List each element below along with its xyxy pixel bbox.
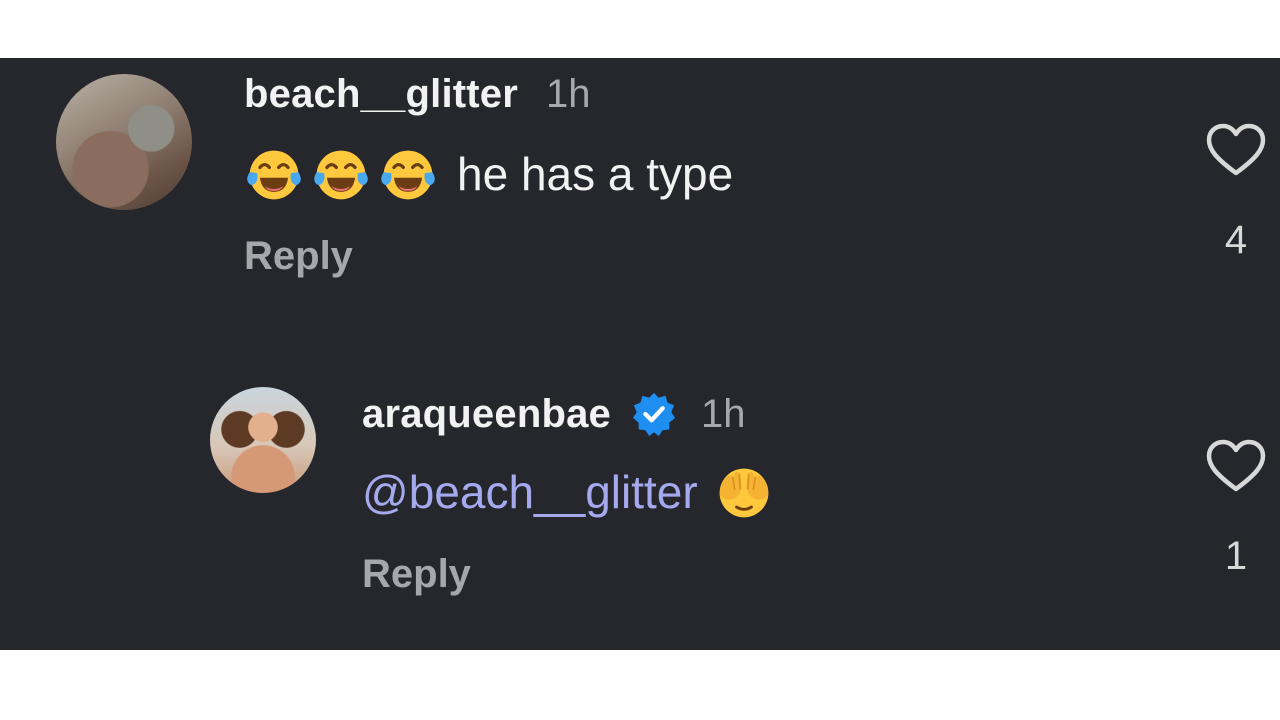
- like-control: 1: [1204, 438, 1268, 579]
- like-count: 1: [1224, 534, 1248, 578]
- username[interactable]: beach__glitter: [244, 72, 518, 117]
- avatar[interactable]: [210, 387, 316, 493]
- timestamp: 1h: [546, 71, 591, 116]
- comment-text: he has a type: [457, 148, 734, 200]
- reply-button[interactable]: Reply: [244, 234, 353, 279]
- avatar[interactable]: [56, 74, 192, 210]
- comment-item: beach__glitter 1h he has a type Reply 4: [0, 58, 1280, 358]
- laughing-crying-emoji-icon: [247, 150, 301, 200]
- username[interactable]: araqueenbae: [362, 392, 611, 437]
- face-with-hand-over-eyes-emoji-icon: [719, 468, 769, 518]
- verified-badge-icon: [632, 392, 676, 437]
- reply-button[interactable]: Reply: [362, 552, 471, 597]
- like-control: 4: [1204, 122, 1268, 263]
- heart-outline-icon[interactable]: [1205, 122, 1267, 178]
- comment-body: @beach__glitter: [362, 462, 781, 522]
- laughing-crying-emoji-icon: [314, 150, 368, 200]
- mention-link[interactable]: @beach__glitter: [362, 465, 698, 519]
- laughing-crying-emoji-icon: [381, 150, 435, 200]
- timestamp: 1h: [700, 391, 746, 436]
- comments-panel: beach__glitter 1h he has a type Reply 4 …: [0, 58, 1280, 650]
- comment-header: beach__glitter 1h: [244, 70, 591, 118]
- heart-outline-icon[interactable]: [1205, 438, 1267, 494]
- like-count: 4: [1224, 218, 1248, 262]
- comment-body: he has a type: [244, 144, 733, 204]
- comment-header: araqueenbae 1h: [362, 389, 745, 439]
- comment-item: araqueenbae 1h @beach__glitter Reply 1: [0, 378, 1280, 650]
